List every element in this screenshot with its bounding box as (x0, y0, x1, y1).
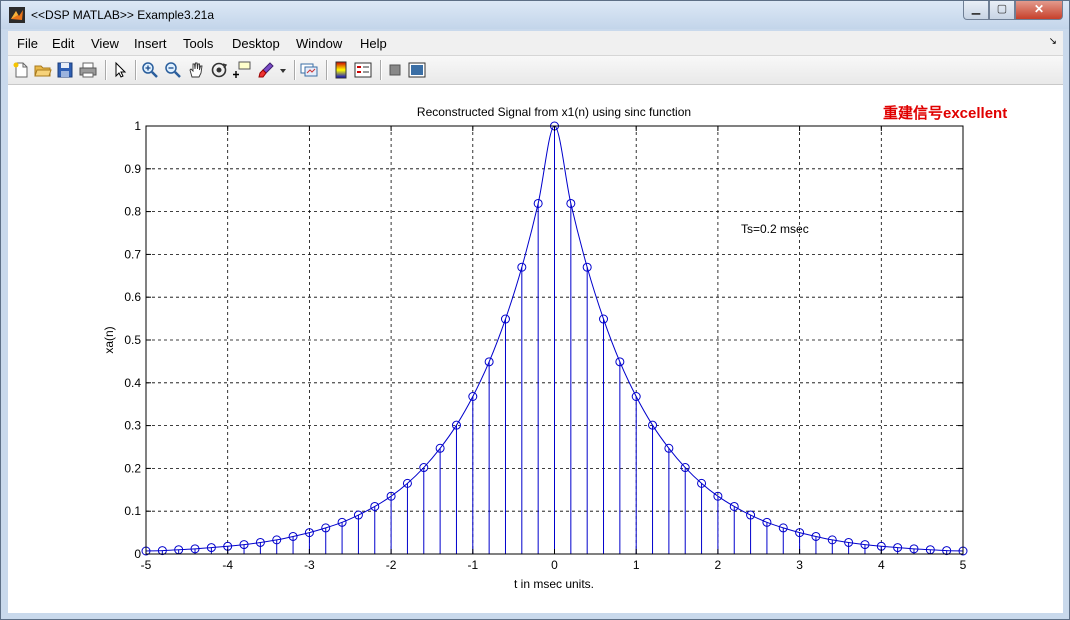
menu-file[interactable]: File (17, 36, 38, 51)
y-tick-label: 0.8 (124, 205, 141, 219)
x-tick-label: 1 (633, 558, 640, 572)
y-tick-label: 0.4 (124, 376, 141, 390)
show-plot-tools-icon[interactable] (408, 61, 426, 79)
save-icon[interactable] (56, 61, 74, 79)
x-tick-label: -3 (304, 558, 315, 572)
menu-tools[interactable]: Tools (183, 36, 213, 51)
rotate-3d-icon[interactable] (210, 61, 228, 79)
menu-desktop[interactable]: Desktop (232, 36, 280, 51)
figure-window: <<DSP MATLAB>> Example3.21a ▁ ▢ ✕ File E… (0, 0, 1070, 620)
close-button[interactable]: ✕ (1015, 1, 1063, 20)
y-tick-label: 0.2 (124, 461, 141, 475)
brush-icon[interactable] (257, 61, 275, 79)
x-tick-label: 3 (796, 558, 803, 572)
figure-toolbar (8, 56, 1063, 85)
x-axis-label: t in msec units. (514, 577, 594, 591)
chart-title: Reconstructed Signal from x1(n) using si… (417, 105, 691, 119)
y-tick-label: 0.6 (124, 290, 141, 304)
maximize-button[interactable]: ▢ (989, 1, 1015, 20)
hide-plot-tools-icon[interactable] (386, 61, 404, 79)
print-icon[interactable] (79, 61, 97, 79)
dropdown-arrow-icon[interactable] (278, 61, 288, 79)
open-folder-icon[interactable] (34, 61, 52, 79)
pan-hand-icon[interactable] (187, 61, 205, 79)
new-file-icon[interactable] (12, 61, 30, 79)
y-tick-label: 0.1 (124, 504, 141, 518)
matlab-logo-icon (9, 7, 25, 23)
red-annotation-text: 重建信号excellent (883, 104, 1007, 122)
menu-view[interactable]: View (91, 36, 119, 51)
x-tick-label: 4 (878, 558, 885, 572)
x-tick-label: -2 (386, 558, 397, 572)
menu-expand-icon[interactable]: ↘ (1049, 36, 1057, 47)
x-tick-label: -5 (141, 558, 152, 572)
link-plot-icon[interactable] (300, 61, 318, 79)
menu-edit[interactable]: Edit (52, 36, 74, 51)
minimize-button[interactable]: ▁ (963, 1, 989, 20)
x-tick-label: 2 (715, 558, 722, 572)
menu-bar: File Edit View Insert Tools Desktop Wind… (8, 31, 1063, 56)
x-tick-label: -1 (467, 558, 478, 572)
y-tick-label: 1 (134, 119, 141, 133)
y-tick-label: 0.5 (124, 333, 141, 347)
y-tick-label: 0.7 (124, 247, 141, 261)
window-title: <<DSP MATLAB>> Example3.21a (31, 8, 214, 22)
menu-insert[interactable]: Insert (134, 36, 167, 51)
pointer-icon[interactable] (111, 61, 129, 79)
figure-canvas: Reconstructed Signal from x1(n) using si… (8, 85, 1063, 613)
y-tick-label: 0.3 (124, 419, 141, 433)
plot-area: Reconstructed Signal from x1(n) using si… (102, 104, 1007, 591)
axis-ticks: -5 -4 -3 -2 -1 0 1 2 3 4 5 0 0.1 0.2 0.3 0.4 0.5 0.6 0.7 0.… (124, 119, 966, 572)
menu-help[interactable]: Help (360, 36, 387, 51)
x-tick-label: -4 (222, 558, 233, 572)
zoom-out-icon[interactable] (164, 61, 182, 79)
menu-window[interactable]: Window (296, 36, 342, 51)
x-tick-label: 0 (551, 558, 558, 572)
legend-icon[interactable] (354, 61, 372, 79)
y-axis-label: xa(n) (102, 326, 116, 353)
y-tick-label: 0.9 (124, 162, 141, 176)
title-bar[interactable]: <<DSP MATLAB>> Example3.21a ▁ ▢ ✕ (1, 1, 1069, 29)
x-tick-label: 5 (960, 558, 967, 572)
zoom-in-icon[interactable] (141, 61, 159, 79)
colorbar-icon[interactable] (332, 61, 350, 79)
data-cursor-icon[interactable] (233, 61, 251, 79)
ts-annotation-text: Ts=0.2 msec (741, 222, 809, 236)
y-tick-label: 0 (134, 547, 141, 561)
